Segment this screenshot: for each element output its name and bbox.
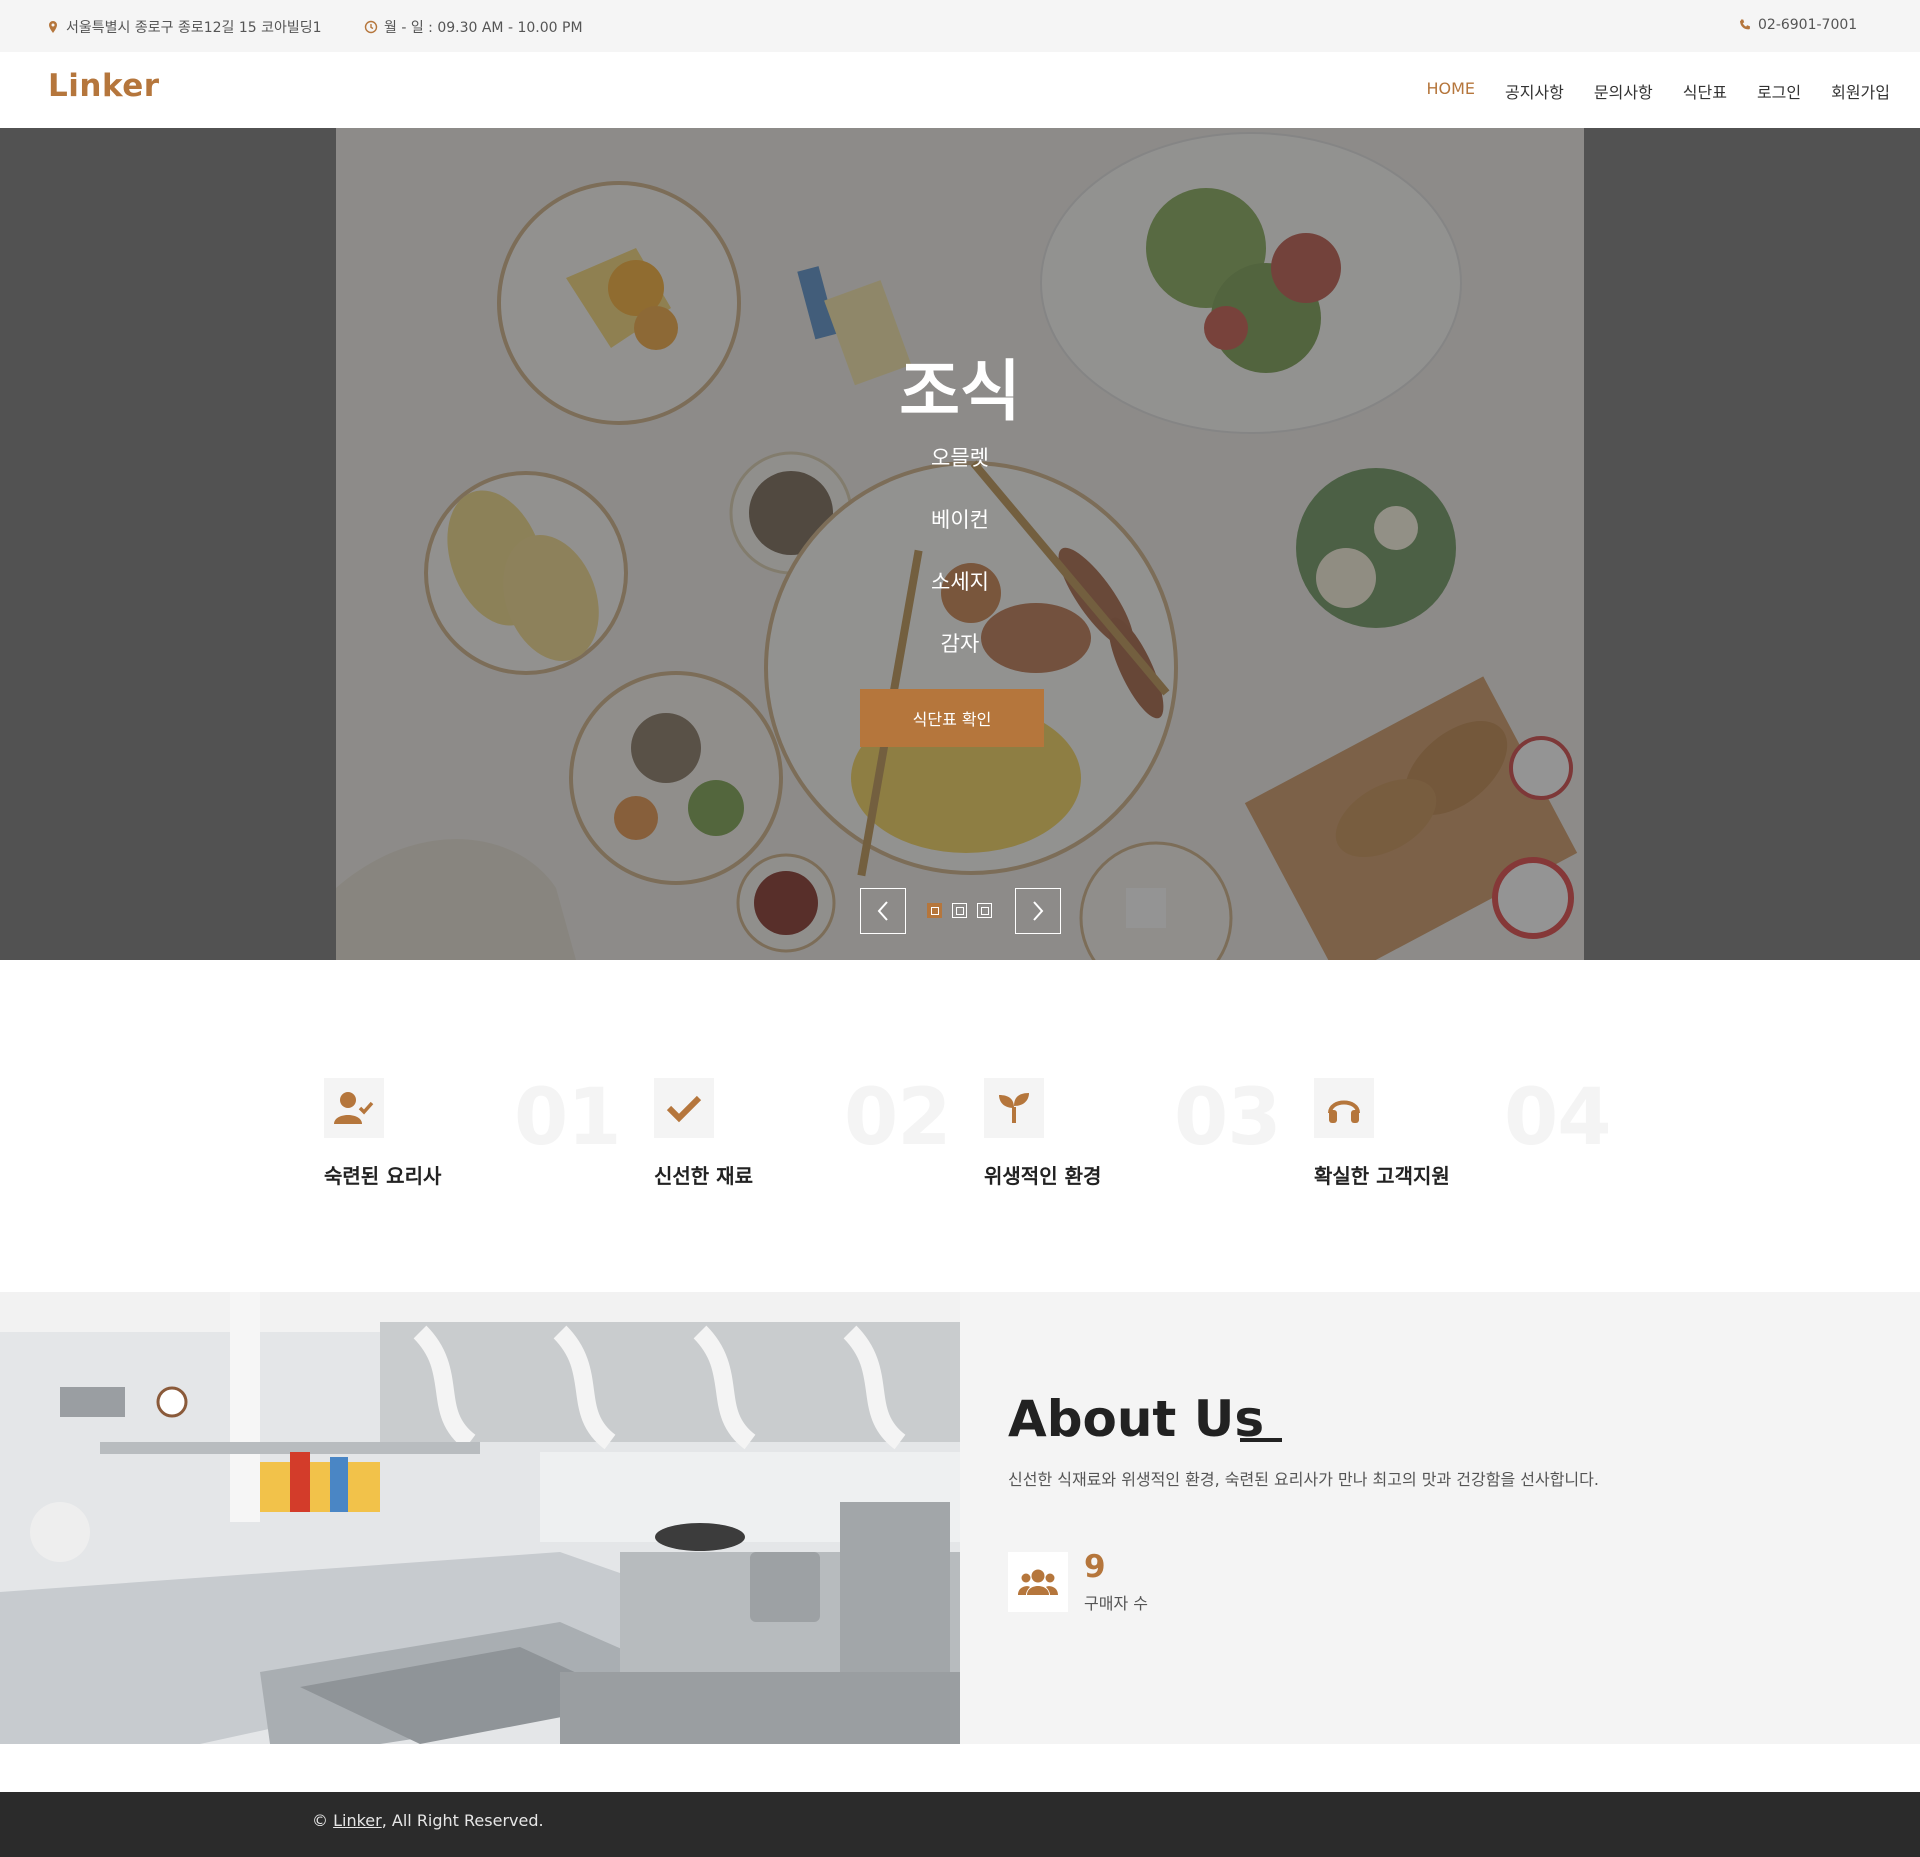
address-info: 서울특별시 종로구 종로12길 15 코아빌딩1 <box>46 17 322 37</box>
check-icon <box>666 1095 702 1123</box>
hero-content: 조식 오믈렛 베이컨 소세지 감자 식단표 확인 <box>0 128 1920 960</box>
buyer-count-value: 9 <box>1084 1549 1106 1585</box>
copyright: © Linker, All Right Reserved. <box>312 1811 544 1830</box>
feature-item: 04 확실한 고객지원 <box>1314 1073 1634 1208</box>
nav-home[interactable]: HOME <box>1426 79 1475 103</box>
feature-item: 03 위생적인 환경 <box>984 1073 1304 1208</box>
site-logo[interactable]: Linker <box>48 68 160 104</box>
main-nav: HOME 공지사항 문의사항 식단표 로그인 회원가입 <box>1426 79 1890 103</box>
about-title-underline <box>1240 1438 1282 1442</box>
feature-title: 확실한 고객지원 <box>1314 1164 1450 1188</box>
feature-number: 01 <box>514 1073 622 1163</box>
chevron-right-icon <box>1033 901 1044 921</box>
carousel-next-button[interactable] <box>1015 888 1061 934</box>
feature-number: 03 <box>1174 1073 1282 1163</box>
feature-icon-box <box>324 1078 384 1138</box>
carousel-dots <box>927 903 992 918</box>
feature-icon-box <box>1314 1078 1374 1138</box>
hero-menu-item: 소세지 <box>931 570 989 594</box>
nav-menu-table[interactable]: 식단표 <box>1683 79 1727 103</box>
hero-menu-item: 오믈렛 <box>931 446 989 470</box>
map-marker-icon <box>49 21 57 33</box>
nav-notices[interactable]: 공지사항 <box>1505 79 1564 103</box>
feature-item: 01 숙련된 요리사 <box>324 1073 644 1208</box>
buyer-count-label: 구매자 수 <box>1084 1594 1148 1613</box>
sprout-icon <box>999 1093 1029 1123</box>
hours-text: 월 - 일 : 09.30 AM - 10.00 PM <box>384 20 583 36</box>
phone-text: 02-6901-7001 <box>1758 17 1858 33</box>
clock-icon <box>364 20 378 34</box>
stat-icon-box <box>1008 1552 1068 1612</box>
hero-title: 조식 <box>899 353 1021 430</box>
phone-icon <box>1740 19 1750 30</box>
carousel-prev-button[interactable] <box>860 888 906 934</box>
hero-carousel: 조식 오믈렛 베이컨 소세지 감자 식단표 확인 <box>0 128 1920 960</box>
carousel-dot-2[interactable] <box>952 903 967 918</box>
kitchen-photo <box>0 1292 960 1744</box>
features-section: 01 숙련된 요리사 02 신선한 재료 03 위생적인 환경 04 확실한 고… <box>0 960 1920 1292</box>
users-icon <box>1018 1569 1058 1595</box>
feature-number: 02 <box>844 1073 952 1163</box>
top-info-bar: 서울특별시 종로구 종로12길 15 코아빌딩1 월 - 일 : 09.30 A… <box>0 0 1920 52</box>
chef-check-icon <box>334 1092 374 1124</box>
about-section: About Us 신선한 식재료와 위생적인 환경, 숙련된 요리사가 만나 최… <box>0 1292 1920 1744</box>
phone-info[interactable]: 02-6901-7001 <box>1738 17 1857 33</box>
feature-title: 위생적인 환경 <box>984 1164 1102 1188</box>
copyright-symbol: © <box>312 1811 328 1830</box>
feature-number: 04 <box>1504 1073 1612 1163</box>
hours-info: 월 - 일 : 09.30 AM - 10.00 PM <box>364 17 583 37</box>
carousel-dot-1[interactable] <box>927 903 942 918</box>
nav-inquiries[interactable]: 문의사항 <box>1594 79 1653 103</box>
view-menu-button[interactable]: 식단표 확인 <box>860 689 1044 747</box>
carousel-dot-3[interactable] <box>977 903 992 918</box>
feature-item: 02 신선한 재료 <box>654 1073 974 1208</box>
headphones-icon <box>1328 1100 1360 1123</box>
footer-brand-link[interactable]: Linker <box>333 1811 382 1830</box>
feature-title: 신선한 재료 <box>654 1164 753 1188</box>
kitchen-image <box>0 1292 960 1744</box>
hero-menu-item: 베이컨 <box>931 508 989 532</box>
feature-icon-box <box>654 1078 714 1138</box>
nav-login[interactable]: 로그인 <box>1757 79 1801 103</box>
address-text: 서울특별시 종로구 종로12길 15 코아빌딩1 <box>66 20 322 36</box>
nav-signup[interactable]: 회원가입 <box>1831 79 1890 103</box>
feature-icon-box <box>984 1078 1044 1138</box>
feature-title: 숙련된 요리사 <box>324 1164 442 1188</box>
hero-menu-item: 감자 <box>940 632 980 656</box>
chevron-left-icon <box>877 901 888 921</box>
about-title: About Us <box>1008 1390 1265 1448</box>
site-footer: © Linker, All Right Reserved. <box>0 1792 1920 1857</box>
site-header: Linker HOME 공지사항 문의사항 식단표 로그인 회원가입 <box>0 52 1920 128</box>
copyright-text: , All Right Reserved. <box>381 1811 544 1830</box>
about-description: 신선한 식재료와 위생적인 환경, 숙련된 요리사가 만나 최고의 맛과 건강함… <box>1008 1470 1599 1489</box>
